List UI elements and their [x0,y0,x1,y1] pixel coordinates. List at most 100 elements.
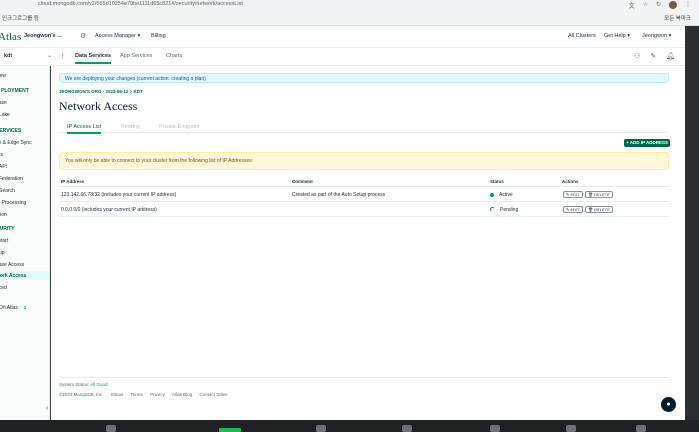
system-status: System Status: All Good [59,382,669,387]
taskbar-app-icon[interactable] [566,425,576,432]
sidebar-item-quickstart[interactable]: kstart [0,238,8,244]
sidebar: view R PLOYMENT base Lake SERVICES ce & … [0,66,50,420]
footer-link-contact-sales[interactable]: Contact Sales [199,392,227,397]
tab-app-services[interactable]: App Services [120,53,152,59]
comment-cell: Created as part of the Auto Setup proces… [292,192,386,198]
column-header-comment: Comment [292,179,313,184]
address-bar[interactable]: cloud.mongodb.com/v2/665d10254e70be1111d… [0,0,699,12]
translate-icon[interactable]: 文 [629,1,635,10]
sidebar-item-data-lake[interactable]: Lake [0,112,10,118]
project-selector[interactable]: kdt [4,53,12,59]
system-status-label: System Status: [59,382,90,387]
bookmark-item[interactable]: 인크그르그룹 등 [2,14,39,22]
status-active-icon [490,192,494,197]
sidebar-item-new-on-atlas[interactable]: On Atlas 2 [0,305,29,311]
url-text[interactable]: cloud.mongodb.com/v2/665d10254e70be1111d… [38,1,243,7]
sidebar-item-stream-processing[interactable]: m Processing [0,200,26,206]
footer-link-status[interactable]: Status [111,392,124,397]
sidebar-item-database-access[interactable]: base Access [0,262,24,268]
bookmarks-bar: 인크그르그룹 등 모든 북마크 [0,12,699,25]
ip-access-warning: You will only be able to connect to your… [59,152,669,170]
sidebar-heading-deployment: R PLOYMENT [0,88,29,94]
sidebar-item-triggers[interactable]: ers [0,152,3,158]
footer-link-privacy[interactable]: Privacy [150,392,165,397]
os-taskbar [0,420,699,432]
main-content: We are deploying your changes (current a… [51,66,685,420]
access-manager-menu[interactable]: Access Manager ▾ [95,33,140,39]
kebab-icon[interactable]: ⋮ [59,52,66,60]
sidebar-item-database[interactable]: base [0,100,7,106]
sidebar-heading-services: SERVICES [0,128,22,134]
edit-button[interactable]: ✎ EDIT [563,206,583,213]
breadcrumb[interactable]: JEONGWON'S ORG - 2023-06-12 > KDT [59,89,143,94]
sidebar-item-overview[interactable]: view [0,73,6,79]
project-actions: ⚇ ✎ 🔔︎ [634,52,675,60]
all-clusters-link[interactable]: All Clusters [568,33,596,39]
sidebar-item-advanced[interactable]: nced [0,285,7,291]
get-help-menu[interactable]: Get Help ▾ [604,33,630,39]
sidebar-item-migration[interactable]: ation [0,212,7,218]
window-scrollbar[interactable] [685,26,699,420]
browser-chrome: cloud.mongodb.com/v2/665d10254e70be1111d… [0,0,699,26]
status-text: Active [499,192,513,198]
chat-icon[interactable]: ● [661,397,676,412]
tab-peering[interactable]: Peering [121,124,140,130]
sidebar-item-device-sync[interactable]: ce & Edge Sync [0,140,32,146]
taskbar-app-icon[interactable] [106,425,116,432]
column-header-ip: IP Address [61,179,85,184]
sidebar-item-network-access[interactable]: work Access [0,273,26,279]
refresh-icon[interactable]: ↻ [656,1,661,10]
all-bookmarks[interactable]: 모든 북마크 [664,14,691,22]
taskbar-app-icon[interactable] [490,425,500,432]
tab-charts[interactable]: Charts [166,53,182,59]
ip-address-cell: 0.0.0.0/0 (includes your current IP addr… [61,207,157,213]
table-row: 0.0.0.0/0 (includes your current IP addr… [59,204,669,217]
activity-icon[interactable]: ✎ [650,52,656,60]
sidebar-item-atlas-search[interactable]: Search [0,188,15,194]
sidebar-item-data-federation[interactable]: Federation [0,176,23,182]
table-header: IP Address Comment Status Actions [59,178,669,187]
status-pending-spinner-icon [490,207,495,213]
column-header-actions: Actions [562,179,579,184]
gear-icon[interactable]: ⚙ [80,32,86,40]
edit-button[interactable]: ✎ EDIT [563,191,583,198]
taskbar-app-icon[interactable] [402,425,412,432]
star-icon[interactable]: ☆ [643,1,648,10]
user-plus-icon[interactable]: ⚇ [634,52,640,60]
tab-private-endpoint[interactable]: Private Endpoint [159,124,199,130]
tab-data-services[interactable]: Data Services [75,53,112,64]
status-cell: Pending [490,207,518,213]
atlas-top-nav: Atlas Jeongwon's ... ⚙ Access Manager ▾ … [0,26,685,48]
status-cell: Active [490,192,513,198]
page-footer: System Status: All Good ©2024 MongoDB, I… [59,377,669,397]
sidebar-item-backup[interactable]: up [0,250,5,256]
sidebar-heading-security: CURITY [0,226,15,232]
deploy-status-banner: We are deploying your changes (current a… [59,73,669,83]
network-tabs: IP Access List Peering Private Endpoint [59,123,669,134]
chevron-down-icon[interactable]: ⌄ [47,52,52,59]
bell-icon[interactable]: 🔔︎ [666,52,675,60]
sidebar-item-data-api[interactable]: API [0,164,7,170]
status-text: Pending [500,207,519,213]
profile-avatar[interactable] [669,1,677,9]
column-header-status: Status [490,179,504,184]
taskbar-app-icon[interactable] [636,425,646,432]
user-menu[interactable]: Jeongwon ▾ [642,33,671,39]
kebab-icon[interactable]: ⋮ [685,1,691,10]
delete-button[interactable]: 🗑 DELETE [585,206,613,213]
system-status-value[interactable]: All Good [90,382,107,387]
taskbar-app-icon[interactable] [316,425,326,432]
tab-ip-access-list[interactable]: IP Access List [67,124,102,134]
billing-link[interactable]: Billing [151,33,166,39]
add-ip-address-button[interactable]: + ADD IP ADDRESS [624,139,670,147]
collapse-sidebar-icon[interactable]: ‹ [46,405,48,412]
delete-button[interactable]: 🗑 DELETE [585,191,613,198]
footer-link-atlas-blog[interactable]: Atlas Blog [172,392,192,397]
org-selector[interactable]: Jeongwon's ... [24,33,62,39]
atlas-logo[interactable]: Atlas [0,31,21,43]
taskbar-active-app-icon[interactable] [219,428,241,432]
footer-copyright: ©2024 MongoDB, Inc. [59,392,104,397]
browser-actions: 文 ☆ ↻ ⋮ [629,1,691,10]
table-row: 123.142.66.78/32 (includes your current … [59,189,669,202]
footer-link-terms[interactable]: Terms [131,392,143,397]
